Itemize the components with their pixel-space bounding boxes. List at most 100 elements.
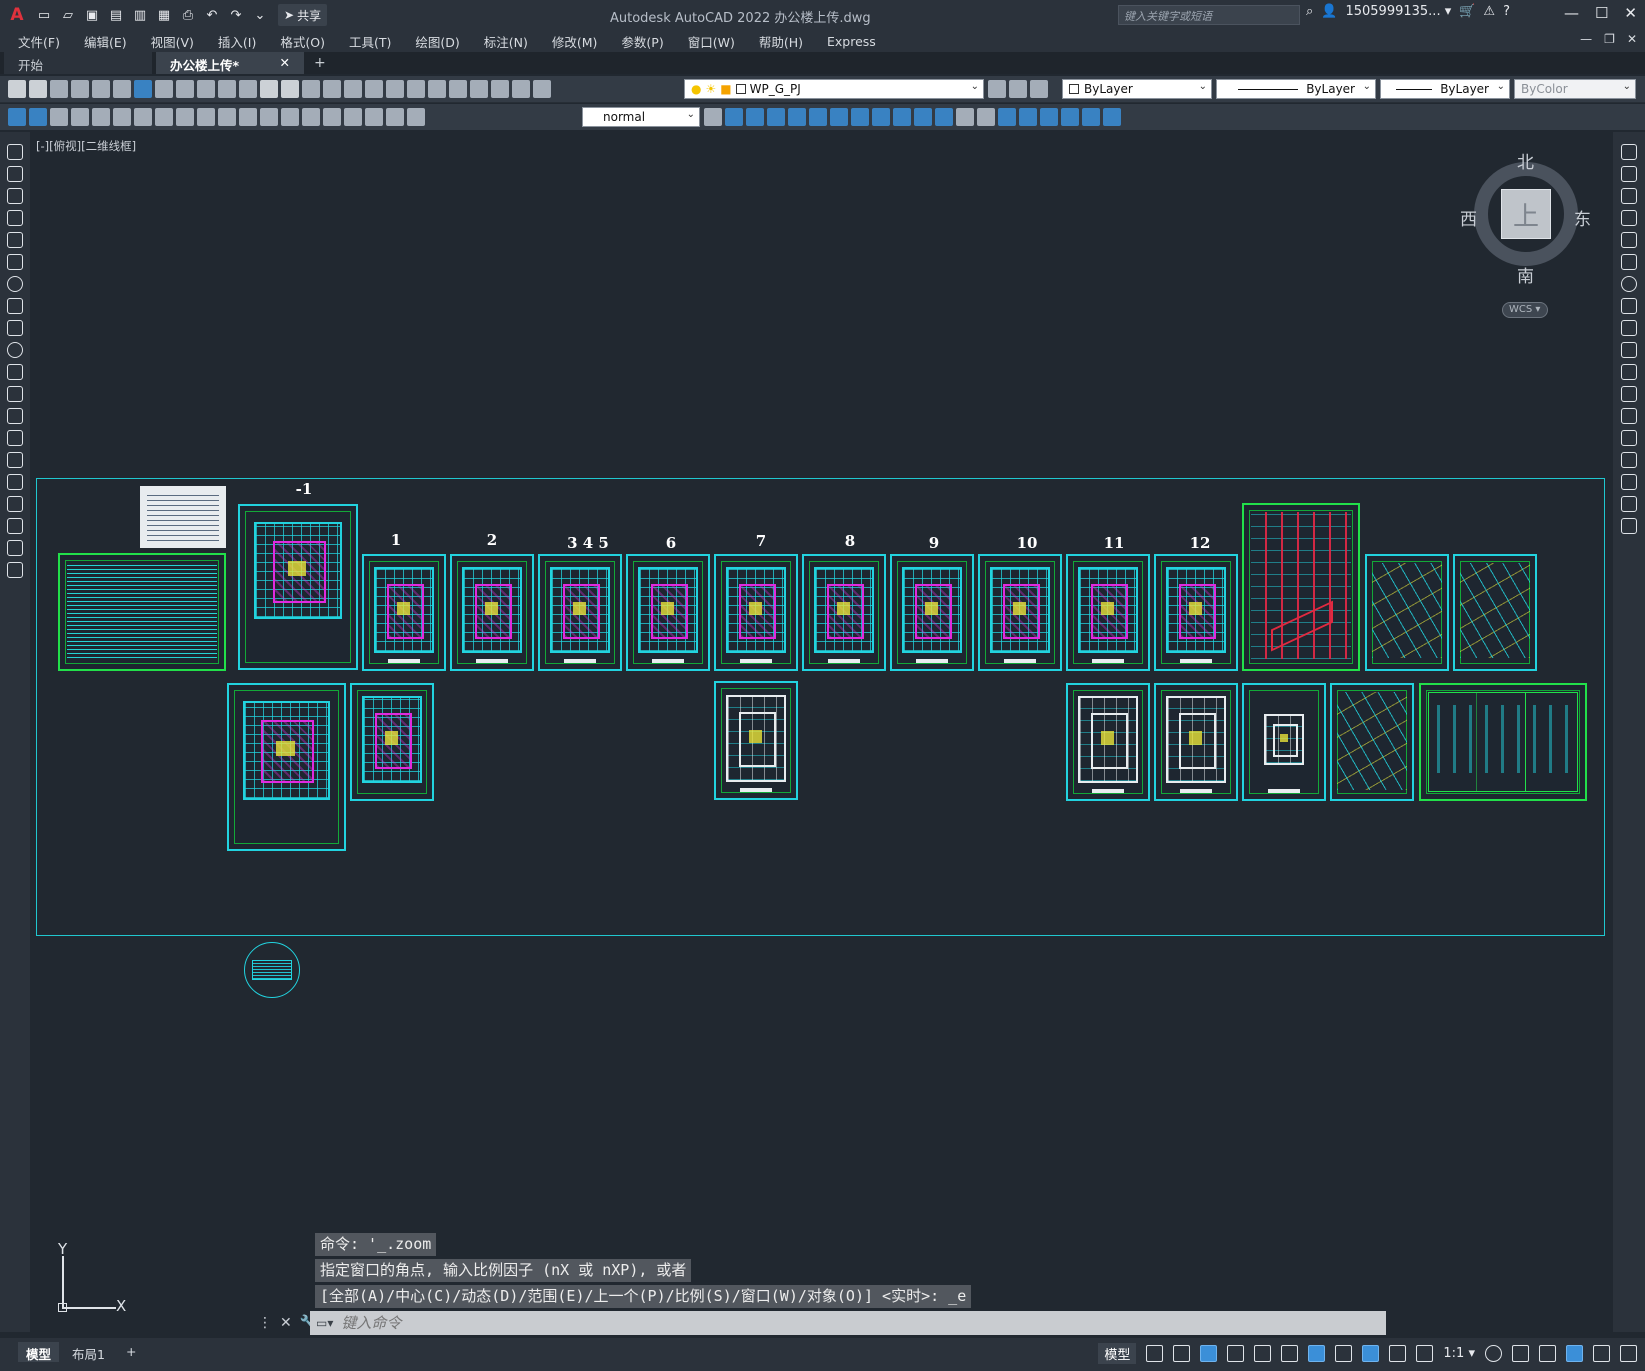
compass-south[interactable]: 南 bbox=[1517, 262, 1534, 287]
blend-curves-icon[interactable] bbox=[1621, 496, 1637, 512]
autodesk-app-icon[interactable]: ⚠ bbox=[1483, 4, 1495, 19]
markup-icon[interactable] bbox=[470, 80, 488, 98]
close-command-icon[interactable]: ✕ bbox=[280, 1315, 292, 1331]
menu-window[interactable]: 窗口(W) bbox=[688, 32, 735, 51]
cut-icon[interactable] bbox=[155, 80, 173, 98]
menu-modify[interactable]: 修改(M) bbox=[552, 32, 598, 51]
add-layout-button[interactable]: + bbox=[118, 1342, 144, 1362]
publish-icon[interactable] bbox=[113, 80, 131, 98]
snap-icon[interactable] bbox=[1173, 1344, 1191, 1362]
3d-print-icon[interactable] bbox=[134, 80, 152, 98]
layer-state-icon[interactable] bbox=[1030, 80, 1048, 98]
save-as-icon[interactable]: ▤ bbox=[106, 5, 126, 25]
open-icon[interactable] bbox=[29, 80, 47, 98]
erase-icon[interactable] bbox=[1621, 144, 1637, 160]
dim-angular-icon[interactable] bbox=[155, 108, 173, 126]
move-icon[interactable] bbox=[1621, 254, 1637, 270]
dim-break-icon[interactable] bbox=[260, 108, 278, 126]
qnew-icon[interactable] bbox=[8, 80, 26, 98]
tab-model[interactable]: 模型 bbox=[18, 1342, 60, 1362]
command-input[interactable] bbox=[341, 1314, 1242, 1332]
gear-icon[interactable] bbox=[1485, 1344, 1502, 1362]
add-selected-icon[interactable] bbox=[7, 562, 23, 578]
viewcube-top-face[interactable]: 上 bbox=[1501, 189, 1551, 239]
rotate-faces-icon[interactable] bbox=[872, 108, 890, 126]
copy-object-icon[interactable] bbox=[1621, 166, 1637, 182]
dim-text-edit-icon[interactable] bbox=[386, 108, 404, 126]
quick-dim-icon[interactable] bbox=[176, 108, 194, 126]
dim-diameter-icon[interactable] bbox=[134, 108, 152, 126]
save-icon[interactable] bbox=[50, 80, 68, 98]
zoom-previous-icon[interactable] bbox=[365, 80, 383, 98]
redo-icon[interactable]: ↷ bbox=[226, 5, 246, 25]
annotation-scale-icon[interactable] bbox=[1416, 1344, 1434, 1362]
search-icon[interactable]: ⌕ bbox=[1306, 4, 1313, 19]
delete-faces-icon[interactable] bbox=[851, 108, 869, 126]
scale-icon[interactable] bbox=[1621, 298, 1637, 314]
inspection-icon[interactable] bbox=[323, 108, 341, 126]
help-icon[interactable] bbox=[512, 80, 530, 98]
dim-space-icon[interactable] bbox=[239, 108, 257, 126]
plot-icon[interactable] bbox=[71, 80, 89, 98]
rotate-icon[interactable] bbox=[1621, 276, 1637, 292]
slice-icon[interactable] bbox=[1040, 108, 1058, 126]
color-faces-icon[interactable] bbox=[935, 108, 953, 126]
cart-icon[interactable]: 🛒 bbox=[1459, 4, 1475, 19]
check-icon[interactable] bbox=[1019, 108, 1037, 126]
redo-icon[interactable] bbox=[281, 80, 299, 98]
dim-ordinate-icon[interactable] bbox=[71, 108, 89, 126]
menu-help[interactable]: 帮助(H) bbox=[759, 32, 803, 51]
hardware-acceleration-icon[interactable] bbox=[1566, 1344, 1583, 1362]
autocad-logo-icon[interactable]: A bbox=[0, 0, 34, 30]
chamfer-icon[interactable] bbox=[1621, 452, 1637, 468]
grid-icon[interactable] bbox=[1146, 1344, 1164, 1362]
taper-faces-icon[interactable] bbox=[893, 108, 911, 126]
menu-file[interactable]: 文件(F) bbox=[18, 32, 60, 51]
dim-edit-icon[interactable] bbox=[365, 108, 383, 126]
break-icon[interactable] bbox=[1621, 408, 1637, 424]
menu-express[interactable]: Express bbox=[827, 34, 876, 49]
dim-aligned-icon[interactable] bbox=[29, 108, 47, 126]
table-icon[interactable] bbox=[7, 518, 23, 534]
sheet-set-icon[interactable] bbox=[449, 80, 467, 98]
explode-icon[interactable] bbox=[1621, 518, 1637, 534]
menu-format[interactable]: 格式(O) bbox=[280, 32, 325, 51]
dim-baseline-icon[interactable] bbox=[197, 108, 215, 126]
dim-linear-icon[interactable] bbox=[8, 108, 26, 126]
tool-palettes-icon[interactable] bbox=[428, 80, 446, 98]
menu-draw[interactable]: 绘图(D) bbox=[415, 32, 459, 51]
imprint-icon[interactable] bbox=[956, 108, 974, 126]
offset-faces-icon[interactable] bbox=[830, 108, 848, 126]
undo-icon[interactable]: ↶ bbox=[202, 5, 222, 25]
undo-icon[interactable] bbox=[260, 80, 278, 98]
lineweight-dropdown[interactable]: ByLayer ⌄ bbox=[1380, 79, 1510, 99]
customization-menu-icon[interactable] bbox=[1620, 1344, 1637, 1362]
rectangle-icon[interactable] bbox=[7, 232, 23, 248]
save-web-icon[interactable]: ▦ bbox=[154, 5, 174, 25]
tab-layout1[interactable]: 布局1 bbox=[64, 1342, 113, 1362]
viewport-controls[interactable]: [-][俯视][二维线框] bbox=[36, 138, 136, 154]
ellipse-arc-icon[interactable] bbox=[7, 364, 23, 380]
menu-view[interactable]: 视图(V) bbox=[151, 32, 194, 51]
share-button[interactable]: ➤ 共享 bbox=[278, 4, 328, 26]
dim-arc-icon[interactable] bbox=[50, 108, 68, 126]
jogged-linear-icon[interactable] bbox=[344, 108, 362, 126]
trim-icon[interactable] bbox=[1621, 342, 1637, 358]
open-web-icon[interactable]: ▥ bbox=[130, 5, 150, 25]
separate-icon[interactable] bbox=[977, 108, 995, 126]
spline-icon[interactable] bbox=[7, 320, 23, 336]
move-faces-icon[interactable] bbox=[809, 108, 827, 126]
gradient-icon[interactable] bbox=[7, 474, 23, 490]
intersect-icon[interactable] bbox=[767, 108, 785, 126]
break-at-point-icon[interactable] bbox=[1621, 386, 1637, 402]
object-snap-icon[interactable] bbox=[1308, 1344, 1326, 1362]
ortho-icon[interactable] bbox=[1200, 1344, 1218, 1362]
drag-handle-icon[interactable]: ⋮ bbox=[258, 1315, 272, 1331]
circle-icon[interactable] bbox=[7, 276, 23, 292]
multiline-text-icon[interactable] bbox=[7, 540, 23, 556]
zoom-realtime-icon[interactable] bbox=[323, 80, 341, 98]
isodraft-icon[interactable] bbox=[1254, 1344, 1272, 1362]
match-properties-icon[interactable] bbox=[218, 80, 236, 98]
doc-minimize-button[interactable]: — bbox=[1580, 32, 1592, 46]
command-input-box[interactable]: ▭▾ bbox=[310, 1311, 1386, 1335]
